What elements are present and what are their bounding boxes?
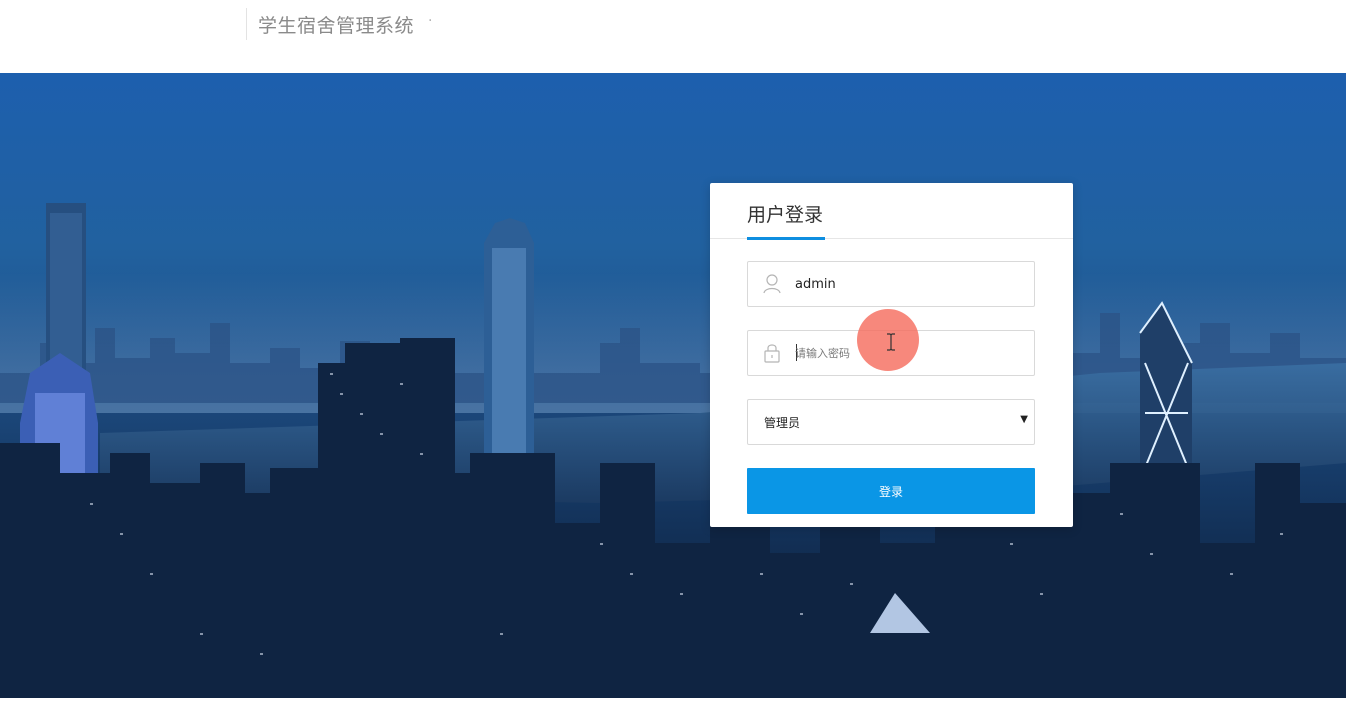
login-button[interactable]: 登录	[747, 468, 1035, 514]
user-icon	[762, 273, 782, 295]
footer-strip	[0, 698, 1346, 722]
ibeam-cursor-icon	[887, 333, 895, 351]
login-tab-underline	[747, 237, 825, 240]
chevron-down-icon[interactable]: ▼	[1020, 414, 1028, 425]
city-skyline-image	[0, 203, 1346, 698]
app-title: 学生宿舍管理系统	[258, 15, 415, 37]
header: 学生宿舍管理系统 ·	[0, 0, 1346, 73]
username-field[interactable]	[747, 261, 1035, 307]
lock-icon	[762, 342, 782, 364]
login-title: 用户登录	[747, 204, 824, 226]
role-select[interactable]: 管理员 ▼	[747, 399, 1035, 445]
header-divider	[246, 8, 247, 40]
city-background	[0, 73, 1346, 698]
role-selected-value: 管理员	[764, 416, 801, 430]
app-title-dot: ·	[428, 13, 433, 29]
username-input[interactable]	[795, 262, 1025, 306]
